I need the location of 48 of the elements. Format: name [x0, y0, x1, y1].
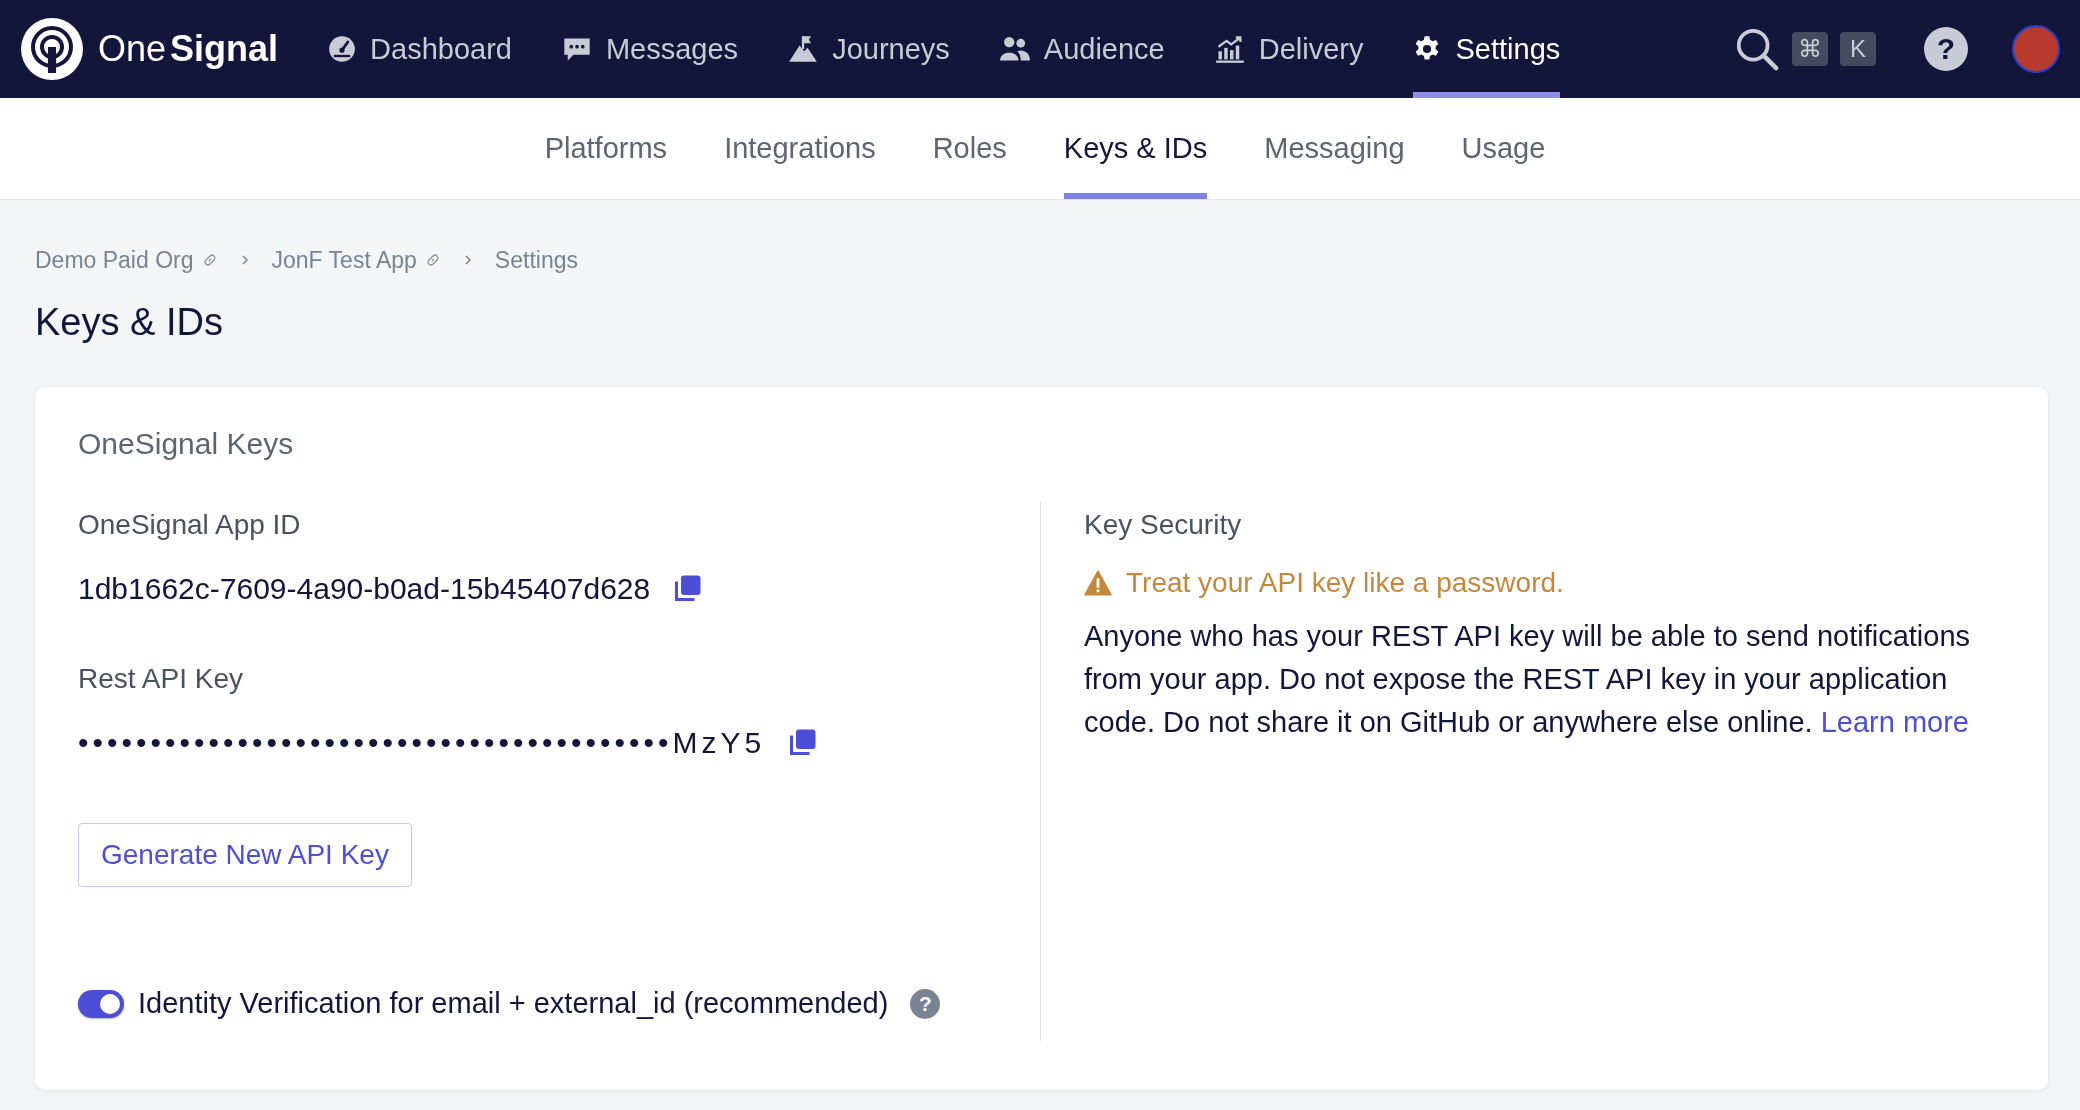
key-value: 1db1662c-7609-4a90-b0ad-15b45407d628	[78, 572, 651, 606]
people-icon	[999, 35, 1030, 63]
security-description: Anyone who has your REST API key will be able to send notifications from your app. Do not expose the REST API key in your application code. Do not share it on GitHub or anywhere else online. Learn more	[1084, 619, 1972, 740]
mountain-flag-icon	[788, 35, 819, 63]
settings-tab[interactable]: Usage	[1461, 98, 1546, 199]
breadcrumb-item: Settings	[494, 246, 578, 274]
page-title: Keys & IDs	[35, 300, 224, 345]
shortcut-key: ⌘	[1792, 32, 1828, 66]
logo-text: One	[98, 28, 167, 70]
chevron-icon	[239, 253, 250, 267]
settings-tab[interactable]: Integrations	[724, 98, 876, 199]
help-icon[interactable]: ?	[910, 988, 941, 1019]
bar-chart-icon	[1214, 35, 1245, 63]
toggle-switch[interactable]	[78, 989, 124, 1018]
warning-text: Treat your API key like a password.	[1126, 567, 1564, 599]
search-icon[interactable]	[1734, 26, 1780, 72]
chevron-icon	[462, 253, 473, 267]
gauge-icon	[328, 35, 357, 63]
nav-item[interactable]: Delivery	[1214, 0, 1364, 98]
learn-more-link[interactable]: Learn more	[1820, 706, 1969, 738]
card-title: OneSignal Keys	[78, 426, 295, 462]
nav-item[interactable]: Audience	[999, 0, 1165, 98]
settings-tab[interactable]: Messaging	[1264, 98, 1405, 199]
avatar[interactable]	[2012, 25, 2060, 73]
toggle-label: Identity Verification for email + external_id (recommended)	[138, 987, 889, 1020]
settings-tab[interactable]: Platforms	[544, 98, 668, 199]
key-value: •••••••••••••••••••••••••••••••••••••••••MzY5	[78, 726, 766, 760]
help-button[interactable]: ?	[1924, 27, 1968, 71]
section-title: Key Security	[1084, 508, 1243, 542]
shortcut-key: K	[1840, 32, 1876, 66]
field-label: OneSignal App ID	[78, 508, 302, 542]
settings-tab[interactable]: Keys & IDs	[1063, 98, 1208, 199]
nav-item[interactable]: Dashboard	[328, 0, 512, 98]
logo-icon	[20, 17, 84, 81]
breadcrumb-link[interactable]: Demo Paid Org	[35, 246, 194, 274]
link-icon	[201, 252, 218, 268]
copy-icon[interactable]	[672, 574, 703, 604]
settings-tab[interactable]: Roles	[932, 98, 1007, 199]
field-label: Rest API Key	[78, 662, 244, 696]
nav-item[interactable]: Journeys	[788, 0, 950, 98]
link-icon	[424, 252, 441, 268]
logo-text: Signal	[170, 28, 279, 70]
warning-icon	[1084, 570, 1112, 596]
copy-icon[interactable]	[787, 728, 818, 758]
generate-key-button[interactable]: Generate New API Key	[78, 823, 412, 887]
breadcrumb-link[interactable]: JonF Test App	[271, 246, 417, 274]
app-logo[interactable]: OneSignal	[20, 17, 279, 81]
nav-item[interactable]: Messages	[561, 0, 739, 98]
